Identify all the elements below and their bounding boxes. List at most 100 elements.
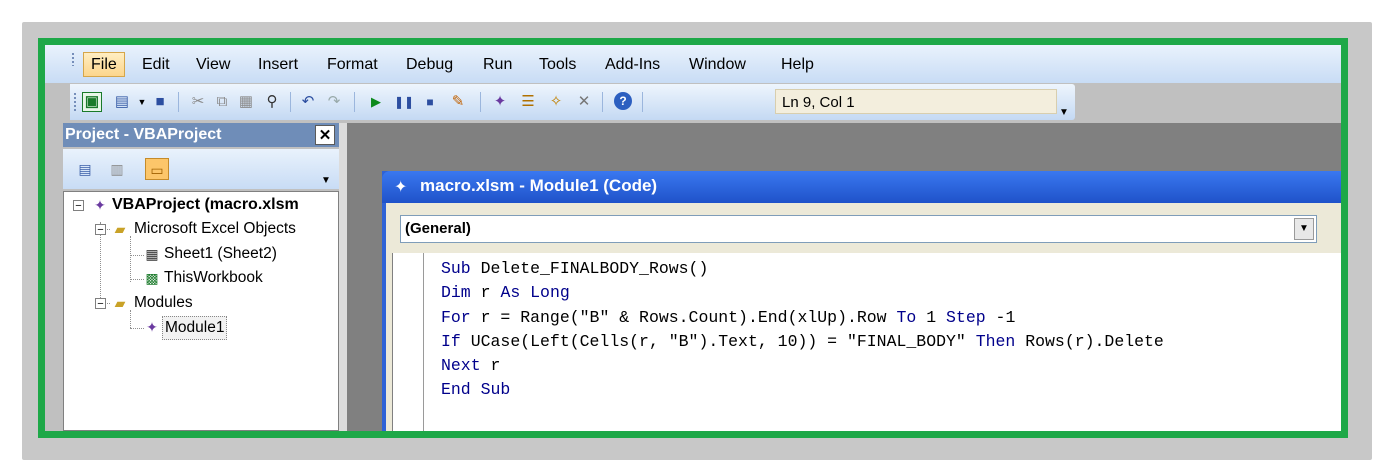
code-keyword: As Long: [500, 283, 570, 303]
toolbar-grip-handle[interactable]: [73, 92, 77, 112]
panel-options-chevron-icon[interactable]: ▼: [321, 175, 331, 186]
menu-view[interactable]: View: [189, 53, 237, 76]
code-keyword: If: [441, 331, 461, 351]
tree-node-sheet1[interactable]: Sheet1 (Sheet2): [164, 243, 277, 265]
object-browser-icon[interactable]: ✧: [546, 92, 566, 112]
chevron-down-icon[interactable]: ▼: [1294, 218, 1314, 240]
code-text-segment: r = Range("B" & Rows.Count).End(xlUp).Ro…: [470, 307, 897, 327]
code-text-segment: r: [480, 356, 501, 376]
break-icon[interactable]: ❚❚: [394, 92, 414, 112]
vba-editor-window: File Edit View Insert Format Debug Run T…: [45, 45, 1341, 431]
copy-icon[interactable]: ⧉: [212, 92, 232, 112]
menu-edit-label: Edit: [142, 56, 170, 73]
chevron-down-icon[interactable]: ▼: [132, 92, 152, 112]
toolbar-separator: [602, 92, 603, 112]
menu-format-label: Format: [327, 56, 378, 73]
reset-icon[interactable]: ■: [420, 92, 440, 112]
code-line: If UCase(Left(Cells(r, "B").Text, 10)) =…: [441, 330, 1164, 354]
properties-icon[interactable]: ☰: [518, 92, 538, 112]
view-object-icon[interactable]: ▥: [105, 158, 129, 180]
worksheet-icon: ▦: [145, 246, 159, 262]
collapse-toggle[interactable]: −: [95, 224, 106, 236]
project-explorer-icon[interactable]: ✦: [490, 92, 510, 112]
menu-add-ins-label: Add-Ins: [605, 56, 661, 73]
code-editor[interactable]: Sub Delete_FINALBODY_Rows() Dim r As Long…: [392, 253, 1341, 431]
tree-connector: [130, 310, 131, 328]
code-keyword: Then: [975, 331, 1016, 351]
menu-debug-label: Debug: [406, 56, 454, 73]
code-line: For r = Range("B" & Rows.Count).End(xlUp…: [441, 306, 1164, 330]
menu-run[interactable]: Run: [476, 53, 519, 76]
folder-open-icon: ▰: [114, 221, 126, 237]
toolbar-separator: [354, 92, 355, 112]
code-text-segment: 1: [916, 307, 947, 327]
menu-view-label: View: [196, 56, 231, 73]
vba-project-icon: ✦: [94, 197, 106, 213]
tree-node-vbaproject[interactable]: VBAProject (macro.xlsm: [112, 194, 299, 216]
menu-insert[interactable]: Insert: [251, 53, 305, 76]
tree-node-modules[interactable]: Modules: [134, 292, 193, 314]
toolbar-separator: [290, 92, 291, 112]
help-icon[interactable]: ?: [614, 92, 632, 110]
find-icon[interactable]: ⚲: [262, 92, 282, 112]
code-text[interactable]: Sub Delete_FINALBODY_Rows() Dim r As Long…: [441, 257, 1164, 403]
code-window: ✦ macro.xlsm - Module1 (Code) (General) …: [382, 171, 1341, 431]
project-tree: − ✦ VBAProject (macro.xlsm − ▰ Microsoft…: [63, 191, 339, 431]
menu-edit[interactable]: Edit: [135, 53, 177, 76]
tree-node-module1[interactable]: Module1: [162, 316, 228, 340]
code-line: Sub Delete_FINALBODY_Rows(): [441, 257, 1164, 281]
toggle-folders-icon[interactable]: ▭: [145, 158, 169, 180]
code-text-segment: Rows(r).Delete: [1015, 331, 1164, 351]
insert-userform-icon[interactable]: ▤: [112, 92, 132, 112]
menu-tools-label: Tools: [539, 56, 577, 73]
code-window-titlebar[interactable]: ✦ macro.xlsm - Module1 (Code): [382, 171, 1341, 203]
menu-run-label: Run: [483, 56, 513, 73]
panel-splitter[interactable]: [339, 123, 347, 431]
project-panel-toolbar: ▤ ▥ ▭ ▼: [63, 149, 339, 189]
tree-node-excel-objects[interactable]: Microsoft Excel Objects: [134, 218, 296, 240]
code-text-segment: Delete_FINALBODY_Rows(): [470, 259, 709, 278]
toolbar-options-chevron-icon[interactable]: ▼: [1059, 107, 1069, 118]
run-icon[interactable]: ▶: [366, 92, 386, 112]
code-keyword: Next: [441, 356, 481, 376]
menu-file[interactable]: File: [83, 52, 125, 77]
folder-open-icon: ▰: [114, 295, 126, 311]
menu-debug[interactable]: Debug: [399, 53, 460, 76]
code-keyword: End Sub: [441, 380, 511, 400]
menu-format[interactable]: Format: [320, 53, 385, 76]
menu-insert-label: Insert: [258, 56, 299, 73]
paste-icon[interactable]: ▦: [236, 92, 256, 112]
code-text-segment: -1: [985, 307, 1016, 327]
workbook-icon: ▩: [145, 270, 159, 286]
design-mode-icon[interactable]: ✎: [448, 92, 468, 112]
view-code-icon[interactable]: ▤: [73, 158, 97, 180]
tree-node-thisworkbook[interactable]: ThisWorkbook: [164, 267, 263, 289]
code-line: Dim r As Long: [441, 281, 1164, 305]
object-dropdown[interactable]: (General) ▼: [400, 215, 1317, 243]
collapse-toggle[interactable]: −: [95, 298, 106, 310]
close-icon[interactable]: ✕: [315, 125, 335, 145]
code-text-segment: r: [470, 283, 501, 303]
collapse-toggle[interactable]: −: [73, 200, 84, 212]
view-excel-icon[interactable]: ▣: [82, 92, 102, 112]
menu-grip-handle[interactable]: [71, 52, 75, 66]
save-icon[interactable]: ■: [150, 92, 170, 112]
module-icon: ✦: [394, 179, 408, 196]
menu-tools[interactable]: Tools: [532, 53, 583, 76]
margin-indicator-bar[interactable]: [393, 253, 424, 431]
redo-icon[interactable]: ↷: [324, 92, 344, 112]
menu-help[interactable]: Help: [774, 53, 821, 76]
menu-window[interactable]: Window: [682, 53, 753, 76]
code-keyword: For: [441, 307, 471, 327]
code-keyword: To: [896, 307, 917, 327]
code-keyword: Dim: [441, 283, 471, 303]
cut-icon[interactable]: ✂: [188, 92, 208, 112]
toolbox-icon[interactable]: ✕: [574, 92, 594, 112]
object-dropdown-value: (General): [405, 220, 471, 237]
code-window-title: macro.xlsm - Module1 (Code): [420, 176, 658, 195]
undo-icon[interactable]: ↶: [298, 92, 318, 112]
menu-add-ins[interactable]: Add-Ins: [598, 53, 667, 76]
tree-connector: [130, 236, 131, 282]
code-line: Next r: [441, 354, 1164, 378]
menu-window-label: Window: [689, 56, 746, 73]
